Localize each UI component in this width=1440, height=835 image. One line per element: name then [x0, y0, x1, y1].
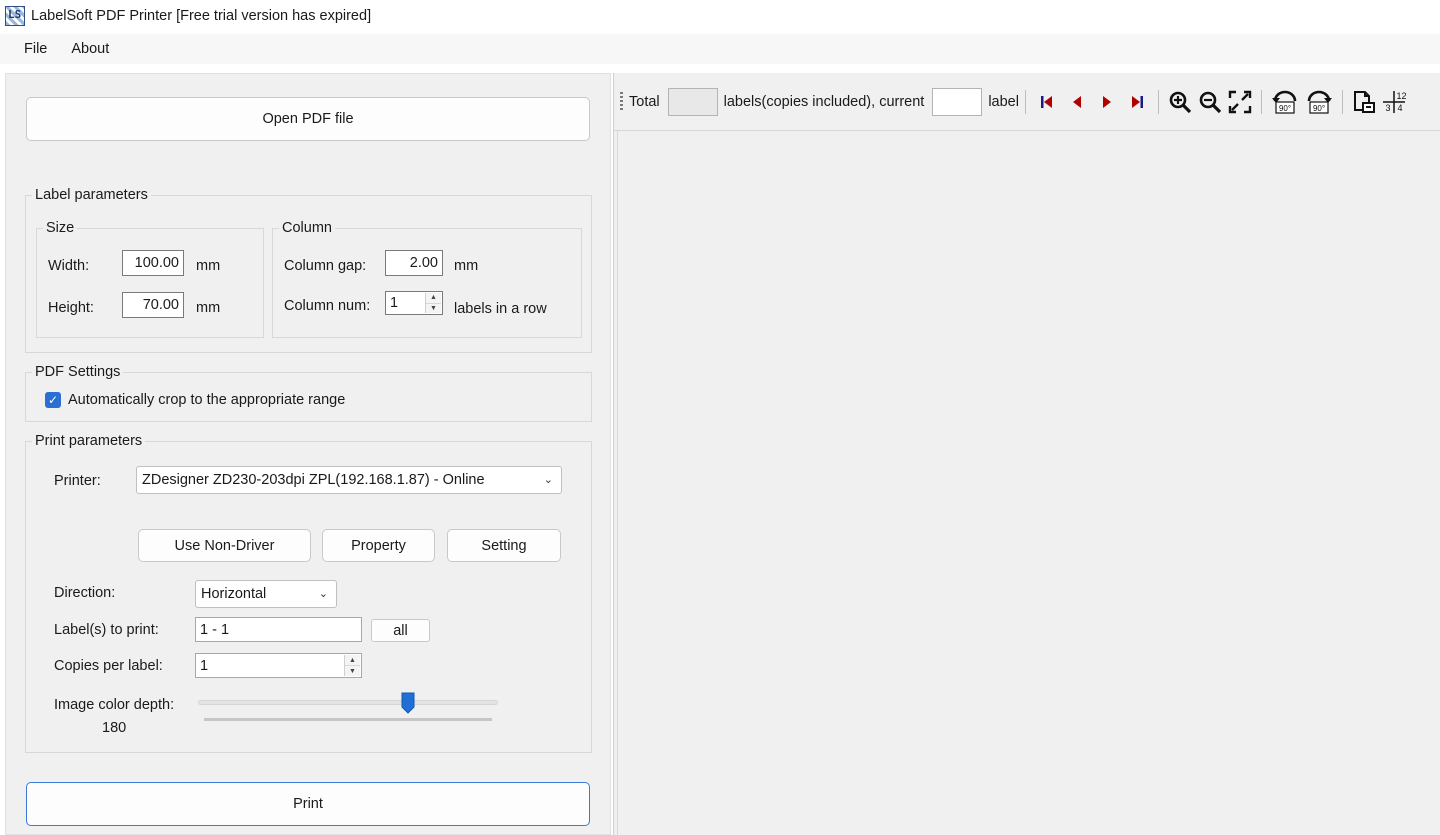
spin-down-icon[interactable]: ▼: [426, 303, 441, 313]
autocrop-label[interactable]: Automatically crop to the appropriate ra…: [68, 392, 345, 408]
property-button[interactable]: Property: [322, 529, 435, 562]
height-input[interactable]: 70.00: [122, 292, 184, 318]
toolbar-separator: [1260, 89, 1262, 114]
check-icon: ✓: [47, 393, 59, 407]
height-label: Height:: [48, 300, 94, 316]
direction-value: Horizontal: [201, 586, 267, 602]
width-unit: mm: [196, 258, 221, 274]
spin-down-icon[interactable]: ▼: [345, 666, 360, 676]
copies-spinner[interactable]: ▲ ▼: [344, 655, 360, 676]
print-parameters-group: Print parameters Printer: ZDesigner ZD23…: [25, 433, 592, 753]
app-logo-icon: LS: [5, 6, 25, 26]
setting-button[interactable]: Setting: [447, 529, 561, 562]
column-gap-unit: mm: [454, 258, 479, 274]
column-num-value: 1: [390, 295, 399, 311]
label-text: label: [988, 93, 1019, 110]
page-order-icon[interactable]: 1234: [1381, 89, 1407, 115]
total-label: Total: [629, 93, 660, 110]
last-page-icon[interactable]: [1124, 89, 1150, 115]
chevron-down-icon: ⌄: [318, 588, 328, 600]
direction-label: Direction:: [54, 585, 116, 601]
printer-label: Printer:: [54, 473, 101, 489]
total-count-field: [667, 87, 718, 116]
menu-file[interactable]: File: [0, 41, 59, 57]
next-page-icon[interactable]: [1094, 89, 1120, 115]
zoom-in-icon[interactable]: [1167, 89, 1193, 115]
size-title: Size: [43, 220, 78, 236]
preview-panel: Total labels(copies included), current l…: [613, 73, 1440, 835]
use-non-driver-button[interactable]: Use Non-Driver: [138, 529, 311, 562]
menu-about[interactable]: About: [59, 41, 121, 57]
labels-copies-text: labels(copies included), current: [723, 93, 925, 110]
column-gap-label: Column gap:: [284, 258, 367, 274]
label-parameters-title: Label parameters: [32, 187, 151, 203]
open-pdf-button[interactable]: Open PDF file: [26, 97, 590, 141]
svg-text:2: 2: [1401, 91, 1406, 101]
chevron-down-icon: ⌄: [543, 474, 553, 486]
pdf-settings-title: PDF Settings: [32, 364, 124, 380]
rotate-right-90-icon[interactable]: 90°: [1304, 89, 1334, 115]
print-parameters-title: Print parameters: [32, 433, 146, 449]
column-num-suffix: labels in a row: [454, 301, 547, 317]
slider-thumb[interactable]: [401, 692, 415, 714]
printer-select[interactable]: ZDesigner ZD230-203dpi ZPL(192.168.1.87)…: [136, 466, 562, 494]
labels-to-print-label: Label(s) to print:: [54, 622, 159, 638]
preview-toolbar: Total labels(copies included), current l…: [614, 73, 1440, 131]
toolbar-separator: [1341, 89, 1343, 114]
column-num-spinner[interactable]: ▲ ▼: [425, 293, 441, 313]
toolbar-grip-icon[interactable]: [620, 91, 623, 112]
title-bar: LS LabelSoft PDF Printer [Free trial ver…: [0, 0, 1440, 32]
all-button[interactable]: all: [371, 619, 430, 642]
copies-value: 1: [200, 657, 209, 674]
spin-up-icon[interactable]: ▲: [426, 293, 441, 304]
svg-text:90°: 90°: [1279, 104, 1291, 113]
color-depth-label: Image color depth:: [54, 697, 175, 713]
fit-page-icon[interactable]: [1227, 89, 1253, 115]
toolbar-separator: [1157, 89, 1159, 114]
window-title: LabelSoft PDF Printer [Free trial versio…: [31, 8, 372, 24]
svg-text:4: 4: [1397, 103, 1402, 113]
labels-to-print-input[interactable]: 1 - 1: [195, 617, 362, 642]
first-page-icon[interactable]: [1034, 89, 1060, 115]
height-unit: mm: [196, 300, 221, 316]
width-input[interactable]: 100.00: [122, 250, 184, 276]
column-group: Column Column gap: 2.00 mm Column num: 1…: [272, 220, 582, 338]
column-gap-input[interactable]: 2.00: [385, 250, 443, 276]
settings-panel: Open PDF file Label parameters Size Widt…: [5, 73, 611, 835]
direction-select[interactable]: Horizontal ⌄: [195, 580, 337, 608]
page-setup-icon[interactable]: [1351, 89, 1377, 115]
current-label-field[interactable]: [932, 87, 983, 116]
color-depth-slider[interactable]: [198, 700, 498, 705]
column-title: Column: [279, 220, 335, 236]
rotate-left-90-icon[interactable]: 90°: [1270, 89, 1300, 115]
slider-tick-bar: [204, 718, 492, 721]
label-preview-area: [617, 131, 1440, 835]
column-num-stepper[interactable]: 1 ▲ ▼: [385, 291, 443, 315]
svg-text:90°: 90°: [1313, 104, 1325, 113]
printer-value: ZDesigner ZD230-203dpi ZPL(192.168.1.87)…: [142, 472, 485, 488]
menu-bar: File About: [0, 34, 1440, 64]
autocrop-checkbox[interactable]: ✓: [45, 392, 61, 408]
width-label: Width:: [48, 258, 90, 274]
prev-page-icon[interactable]: [1064, 89, 1090, 115]
spin-up-icon[interactable]: ▲: [345, 655, 360, 666]
copies-stepper[interactable]: 1 ▲ ▼: [195, 653, 362, 678]
size-group: Size Width: 100.00 mm Height: 70.00 mm: [36, 220, 264, 338]
toolbar-separator: [1024, 89, 1026, 114]
label-parameters-group: Label parameters Size Width: 100.00 mm H…: [25, 187, 592, 353]
zoom-out-icon[interactable]: [1197, 89, 1223, 115]
svg-text:3: 3: [1385, 103, 1390, 113]
copies-label: Copies per label:: [54, 658, 163, 674]
print-button[interactable]: Print: [26, 782, 590, 826]
column-num-label: Column num:: [284, 298, 371, 314]
pdf-settings-group: PDF Settings ✓ Automatically crop to the…: [25, 364, 592, 422]
color-depth-value: 180: [102, 720, 127, 736]
